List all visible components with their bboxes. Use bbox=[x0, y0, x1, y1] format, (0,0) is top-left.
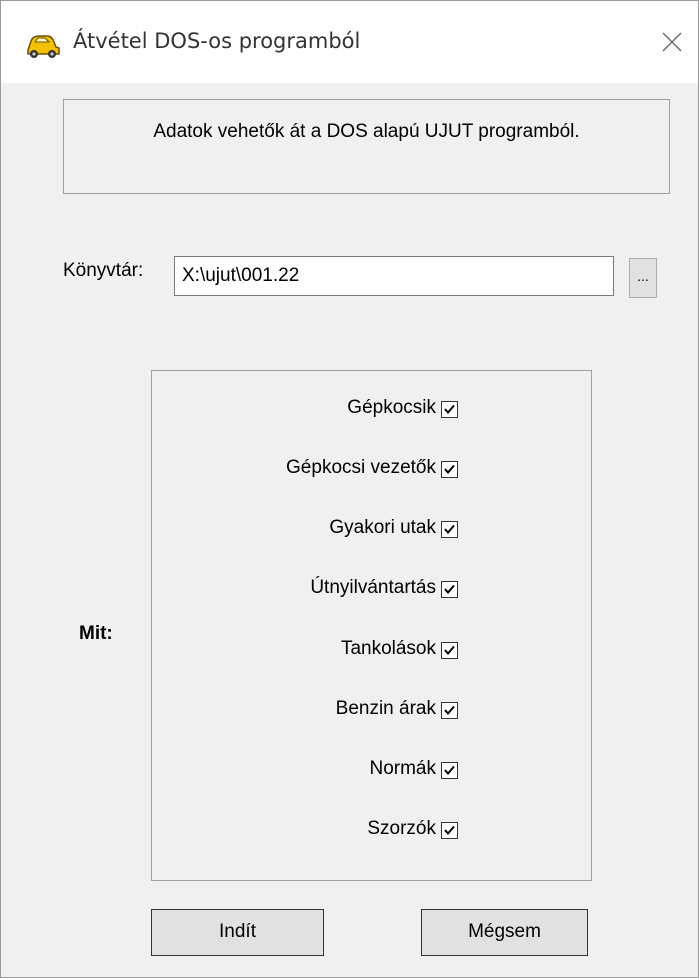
option-label-gepkocsik: Gépkocsik bbox=[347, 397, 436, 418]
car-icon bbox=[25, 30, 61, 60]
title-bar: Átvétel DOS-os programból bbox=[1, 1, 698, 83]
dialog-window: Átvétel DOS-os programból Adatok vehetők… bbox=[0, 0, 699, 978]
checkbox-normak[interactable] bbox=[441, 762, 458, 779]
checkbox-benzin-arak[interactable] bbox=[441, 702, 458, 719]
option-label-utnyilvantartas: Útnyilvántartás bbox=[310, 577, 436, 598]
start-button[interactable]: Indít bbox=[151, 909, 324, 956]
checkbox-utnyilvantartas[interactable] bbox=[441, 581, 458, 598]
checkbox-tankolasok[interactable] bbox=[441, 642, 458, 659]
option-label-gyakori-utak: Gyakori utak bbox=[329, 517, 436, 538]
checkbox-gepkocsik[interactable] bbox=[441, 401, 458, 418]
directory-input[interactable] bbox=[174, 256, 614, 296]
info-panel: Adatok vehetők át a DOS alapú UJUT progr… bbox=[63, 99, 670, 194]
close-icon[interactable] bbox=[657, 27, 687, 57]
what-label: Mit: bbox=[79, 623, 113, 644]
window-title: Átvétel DOS-os programból bbox=[73, 29, 361, 53]
cancel-button[interactable]: Mégsem bbox=[421, 909, 588, 956]
option-label-szorzok: Szorzók bbox=[367, 818, 436, 839]
directory-label: Könyvtár: bbox=[63, 260, 144, 281]
option-label-benzin-arak: Benzin árak bbox=[335, 698, 436, 719]
option-label-normak: Normák bbox=[369, 758, 436, 779]
checkbox-gyakori-utak[interactable] bbox=[441, 521, 458, 538]
checkbox-szorzok[interactable] bbox=[441, 822, 458, 839]
checkbox-gepkocsi-vezetok[interactable] bbox=[441, 461, 458, 478]
info-text: Adatok vehetők át a DOS alapú UJUT progr… bbox=[153, 121, 580, 142]
option-label-tankolasok: Tankolások bbox=[340, 638, 436, 659]
option-label-gepkocsi-vezetok: Gépkocsi vezetők bbox=[286, 457, 436, 478]
options-group bbox=[151, 370, 592, 881]
browse-button[interactable]: ... bbox=[629, 258, 657, 298]
